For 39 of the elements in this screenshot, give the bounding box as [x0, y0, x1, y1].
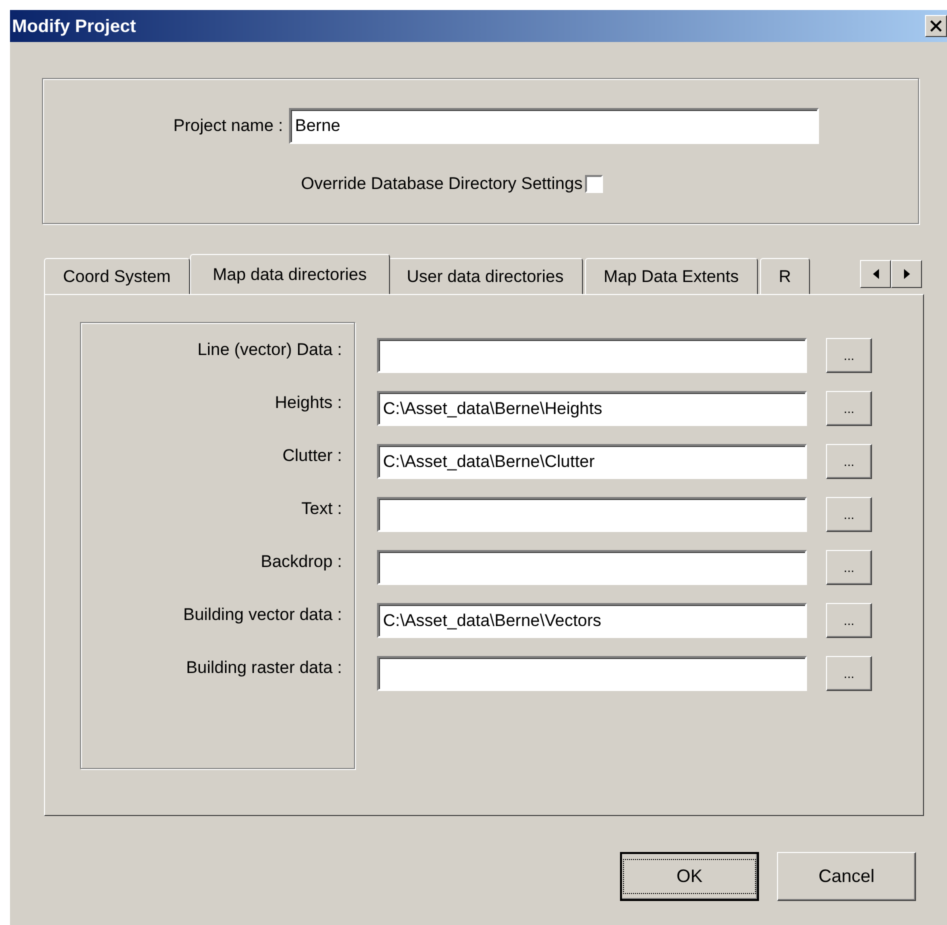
override-checkbox[interactable]	[584, 175, 603, 193]
tab[interactable]: User data directories	[388, 258, 583, 294]
field-label: Clutter :	[282, 445, 342, 467]
browse-button[interactable]: ...	[826, 603, 872, 638]
close-icon	[930, 20, 942, 32]
tab[interactable]: Map data directories	[190, 254, 390, 294]
path-field[interactable]	[377, 497, 807, 532]
field-label: Building vector data :	[183, 604, 342, 626]
cancel-button[interactable]: Cancel	[777, 852, 916, 901]
project-name-field[interactable]: Berne	[289, 108, 819, 144]
path-field[interactable]: C:\Asset_data\Berne\Clutter	[377, 444, 807, 479]
browse-button[interactable]: ...	[826, 550, 872, 585]
path-field[interactable]	[377, 550, 807, 585]
browse-button[interactable]: ...	[826, 497, 872, 532]
browse-button[interactable]: ...	[826, 444, 872, 479]
path-field[interactable]	[377, 656, 807, 691]
left-arrow-icon	[872, 269, 878, 279]
scroll-right-button[interactable]	[891, 260, 922, 288]
path-field[interactable]: C:\Asset_data\Berne\Heights	[377, 391, 807, 426]
tab[interactable]: Map Data Extents	[584, 258, 758, 294]
field-label: Backdrop :	[260, 551, 342, 573]
checkbox-label: Override Database Directory Settings	[301, 174, 583, 194]
close-button[interactable]	[925, 15, 947, 37]
browse-button[interactable]: ...	[826, 656, 872, 691]
path-field[interactable]: C:\Asset_data\Berne\Vectors	[377, 603, 807, 638]
scroll-left-button[interactable]	[860, 260, 891, 288]
field-label: Building raster data :	[186, 657, 342, 679]
field-label: Line (vector) Data :	[197, 339, 342, 361]
ok-button[interactable]: OK	[620, 852, 759, 901]
right-arrow-icon	[904, 269, 910, 279]
browse-button[interactable]: ...	[826, 391, 872, 426]
field-label: Project name :	[172, 116, 284, 136]
window-title: Modify Project	[12, 16, 136, 36]
browse-button[interactable]: ...	[826, 338, 872, 373]
path-field[interactable]	[377, 338, 807, 373]
tab[interactable]: R	[760, 258, 810, 294]
tab[interactable]: Coord System	[44, 258, 190, 294]
field-label: Text :	[301, 498, 342, 520]
field-label: Heights :	[274, 392, 342, 414]
